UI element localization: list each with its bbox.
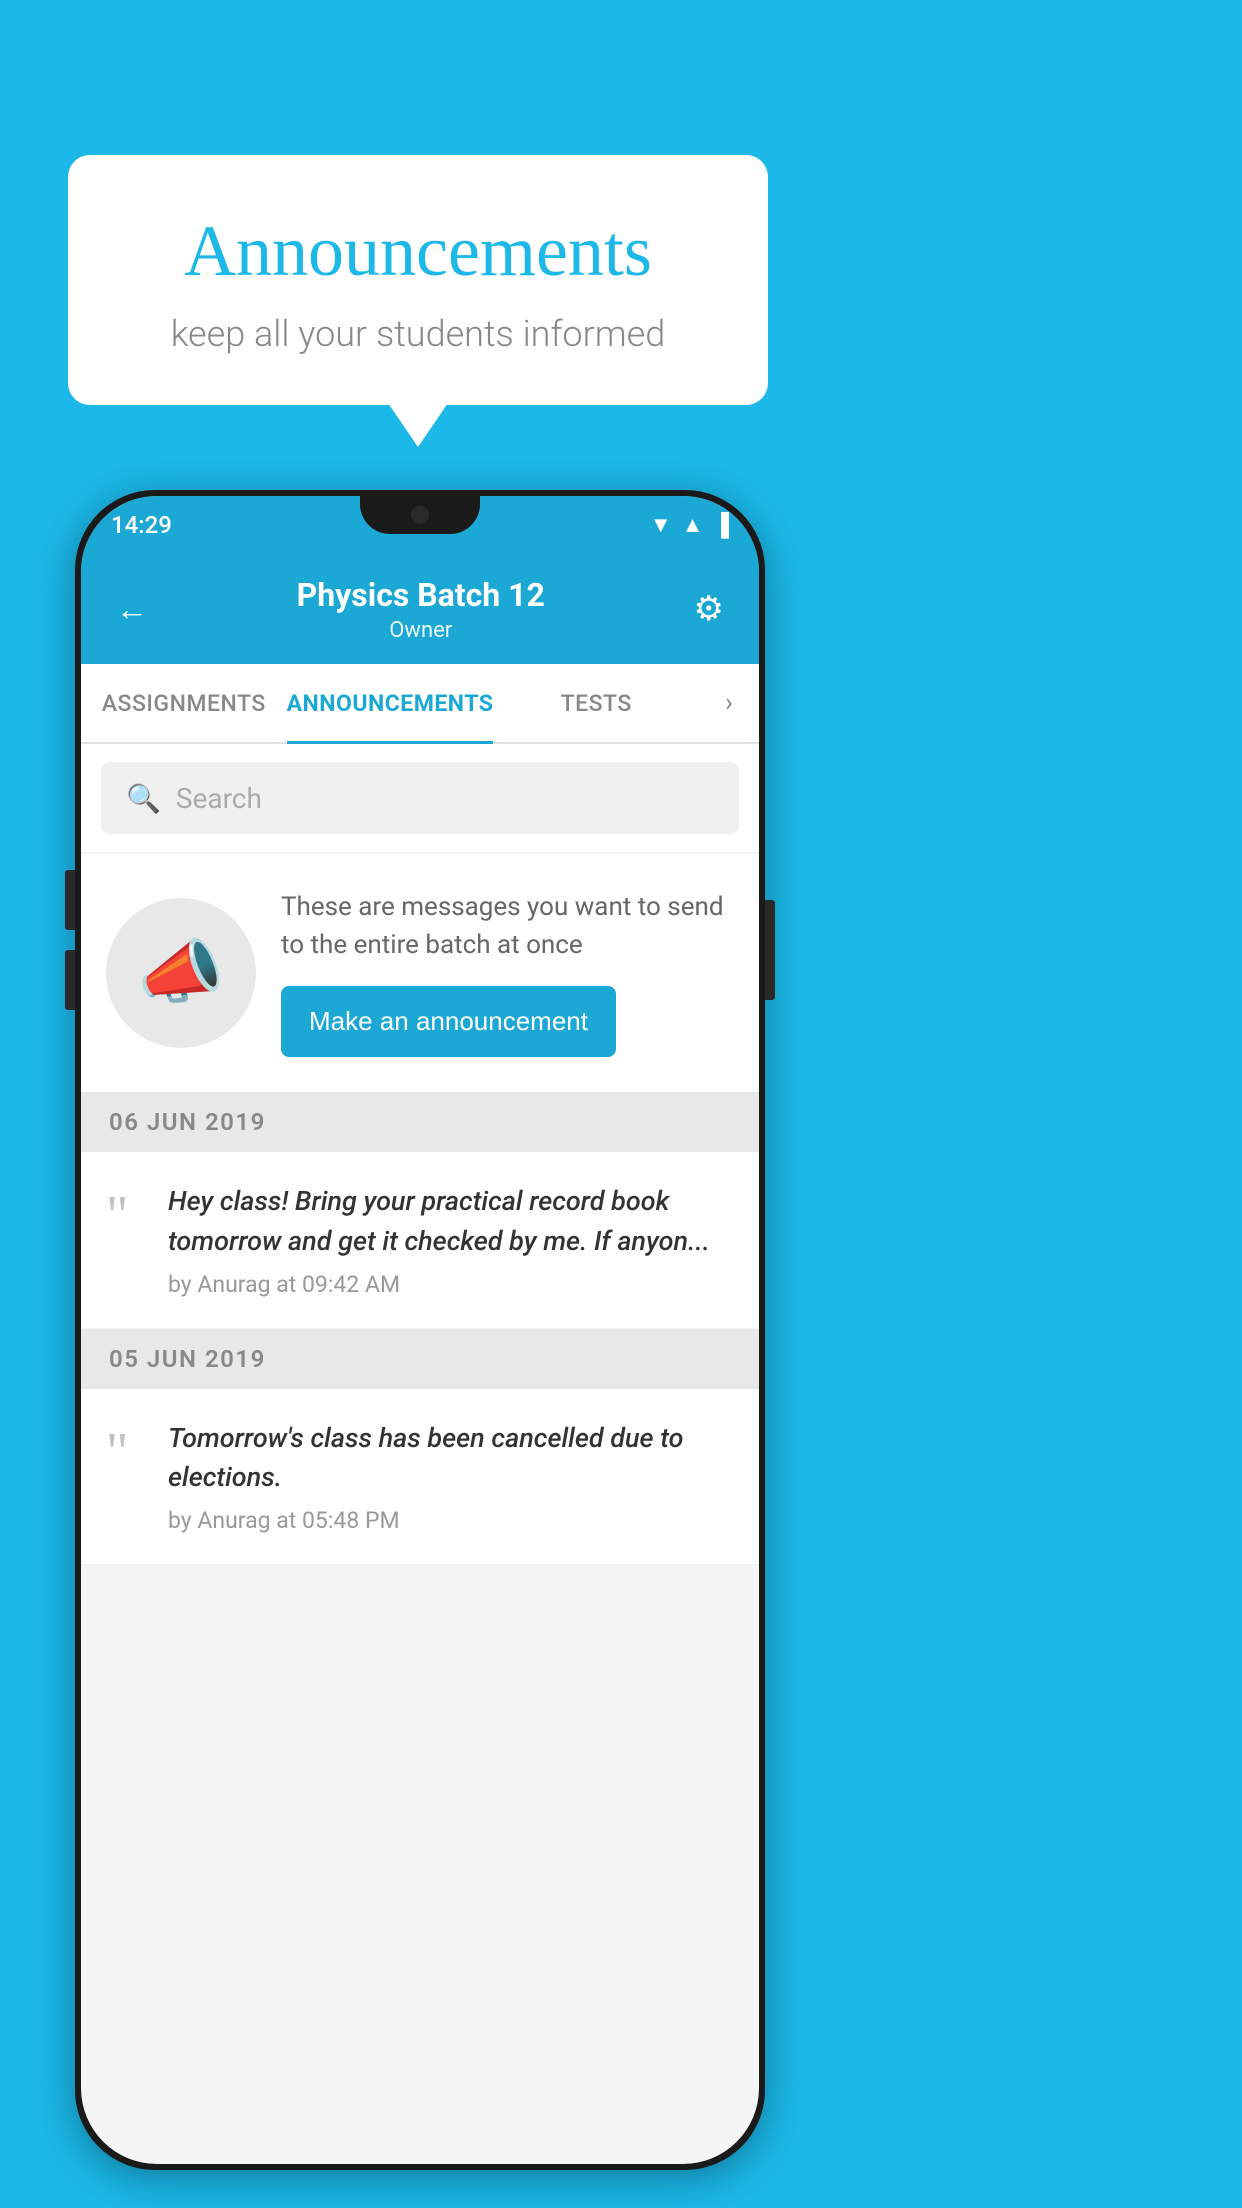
battery-icon: ▐ bbox=[713, 512, 729, 538]
quote-icon-2: " bbox=[106, 1424, 146, 1479]
app-bar-center: Physics Batch 12 Owner bbox=[158, 576, 684, 643]
announcement-meta-1: by Anurag at 09:42 AM bbox=[168, 1271, 734, 1298]
announcement-content-1: Hey class! Bring your practical record b… bbox=[168, 1182, 734, 1297]
megaphone-icon: 📣 bbox=[137, 932, 224, 1014]
tab-assignments[interactable]: ASSIGNMENTS bbox=[81, 664, 287, 742]
batch-title: Physics Batch 12 bbox=[158, 576, 684, 614]
phone-notch bbox=[360, 496, 480, 534]
volume-down-button[interactable] bbox=[65, 950, 75, 1010]
wifi-icon: ▼ bbox=[650, 512, 672, 538]
announcement-item-2[interactable]: " Tomorrow's class has been cancelled du… bbox=[81, 1389, 759, 1565]
search-bar[interactable]: 🔍 Search bbox=[101, 762, 739, 834]
tab-announcements[interactable]: ANNOUNCEMENTS bbox=[287, 664, 494, 742]
tab-more-icon[interactable]: › bbox=[699, 664, 759, 742]
signal-icon: ▲ bbox=[682, 512, 704, 538]
back-button[interactable]: ← bbox=[106, 580, 158, 638]
megaphone-circle: 📣 bbox=[106, 898, 256, 1048]
date-separator-1: 06 JUN 2019 bbox=[81, 1092, 759, 1152]
search-container: 🔍 Search bbox=[81, 744, 759, 852]
announcement-item-1[interactable]: " Hey class! Bring your practical record… bbox=[81, 1152, 759, 1328]
announcement-content-2: Tomorrow's class has been cancelled due … bbox=[168, 1419, 734, 1534]
quote-icon-1: " bbox=[106, 1187, 146, 1242]
tab-bar: ASSIGNMENTS ANNOUNCEMENTS TESTS › bbox=[81, 664, 759, 744]
search-icon: 🔍 bbox=[126, 782, 161, 815]
status-time: 14:29 bbox=[111, 511, 172, 539]
camera-dot bbox=[411, 506, 429, 524]
settings-button[interactable]: ⚙ bbox=[684, 579, 734, 639]
bubble-subtitle: keep all your students informed bbox=[128, 313, 708, 355]
tab-tests[interactable]: TESTS bbox=[493, 664, 699, 742]
announcement-text-1: Hey class! Bring your practical record b… bbox=[168, 1182, 734, 1260]
prompt-content: These are messages you want to send to t… bbox=[281, 889, 734, 1057]
status-icons: ▼ ▲ ▐ bbox=[650, 512, 729, 538]
make-announcement-button[interactable]: Make an announcement bbox=[281, 986, 616, 1057]
announcement-meta-2: by Anurag at 05:48 PM bbox=[168, 1507, 734, 1534]
speech-bubble: Announcements keep all your students inf… bbox=[68, 155, 768, 405]
date-separator-2: 05 JUN 2019 bbox=[81, 1329, 759, 1389]
batch-role: Owner bbox=[158, 618, 684, 643]
search-input[interactable]: Search bbox=[176, 782, 262, 815]
prompt-description: These are messages you want to send to t… bbox=[281, 889, 734, 964]
bubble-title: Announcements bbox=[128, 210, 708, 293]
speech-bubble-card: Announcements keep all your students inf… bbox=[68, 155, 768, 405]
app-bar: ← Physics Batch 12 Owner ⚙ bbox=[81, 554, 759, 664]
announcement-text-2: Tomorrow's class has been cancelled due … bbox=[168, 1419, 734, 1497]
power-button[interactable] bbox=[765, 900, 775, 1000]
phone-screen: 14:29 ▼ ▲ ▐ ← Physics Batch 12 Owner ⚙ A… bbox=[81, 496, 759, 2164]
announcement-prompt: 📣 These are messages you want to send to… bbox=[81, 854, 759, 1092]
volume-up-button[interactable] bbox=[65, 870, 75, 930]
phone-frame: 14:29 ▼ ▲ ▐ ← Physics Batch 12 Owner ⚙ A… bbox=[75, 490, 765, 2170]
